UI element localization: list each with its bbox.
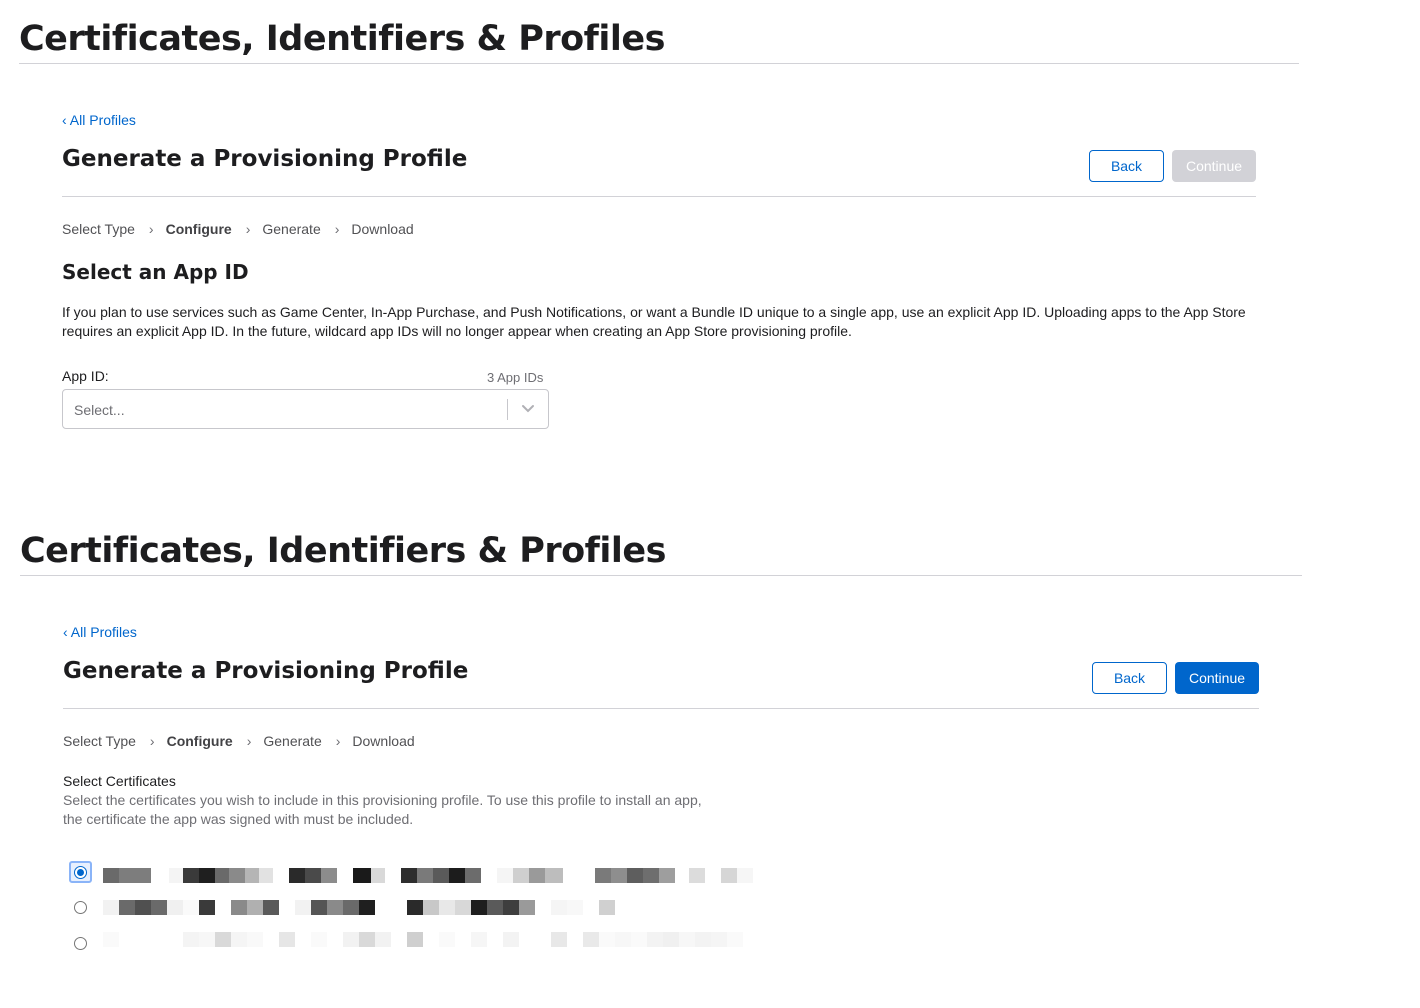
app-id-placeholder: Select...	[74, 402, 125, 418]
certificate-name-redacted-3	[103, 932, 743, 947]
certificate-name-redacted-2	[103, 900, 615, 915]
section-title: Select an App ID	[62, 260, 249, 284]
step-configure: Configure	[165, 221, 232, 237]
header-divider	[20, 575, 1302, 576]
step-configure: Configure	[166, 733, 233, 749]
step-select-type: Select Type	[63, 733, 136, 749]
chevron-right-icon: ›	[149, 733, 155, 749]
back-button[interactable]: Back	[1089, 150, 1164, 182]
page-title: Generate a Provisioning Profile	[63, 658, 469, 684]
page-title: Generate a Provisioning Profile	[62, 146, 468, 172]
select-separator	[507, 399, 508, 420]
step-download: Download	[352, 733, 415, 749]
chevron-right-icon: ›	[245, 221, 251, 237]
chevron-right-icon: ›	[148, 221, 154, 237]
certificate-name-redacted-1	[103, 868, 753, 883]
certificate-radio-2[interactable]	[74, 901, 87, 914]
all-profiles-link[interactable]: ‹ All Profiles	[62, 112, 136, 128]
back-button[interactable]: Back	[1092, 662, 1167, 694]
chevron-right-icon: ›	[335, 733, 341, 749]
section-description: If you plan to use services such as Game…	[62, 304, 1246, 339]
certificates-description-line-1: Select the certificates you wish to incl…	[63, 792, 702, 808]
chevron-right-icon: ›	[246, 733, 252, 749]
certificates-section-title: Select Certificates	[63, 773, 176, 789]
continue-button[interactable]: Continue	[1175, 662, 1259, 694]
certificates-description: Select the certificates you wish to incl…	[63, 791, 702, 829]
continue-button-disabled[interactable]: Continue	[1172, 150, 1256, 182]
step-generate: Generate	[263, 733, 322, 749]
page-header-title: Certificates, Identifiers & Profiles	[20, 531, 666, 571]
breadcrumb-steps: Select Type › Configure › Generate › Dow…	[62, 221, 414, 237]
chevron-down-icon[interactable]	[521, 404, 535, 414]
step-select-type: Select Type	[62, 221, 135, 237]
app-id-count: 3 App IDs	[487, 370, 544, 385]
page-header-title: Certificates, Identifiers & Profiles	[19, 19, 665, 59]
step-generate: Generate	[262, 221, 321, 237]
breadcrumb-steps: Select Type › Configure › Generate › Dow…	[63, 733, 415, 749]
step-download: Download	[351, 221, 414, 237]
certificate-radio-3[interactable]	[74, 937, 87, 950]
certificate-radio-1[interactable]	[74, 866, 87, 879]
app-id-label: App ID:	[62, 368, 109, 384]
chevron-right-icon: ›	[334, 221, 340, 237]
app-id-select[interactable]: Select...	[62, 389, 549, 429]
title-divider	[63, 708, 1259, 709]
header-divider	[19, 63, 1299, 64]
all-profiles-link[interactable]: ‹ All Profiles	[63, 624, 137, 640]
title-divider	[62, 196, 1256, 197]
certificates-description-line-2: the certificate the app was signed with …	[63, 811, 414, 827]
